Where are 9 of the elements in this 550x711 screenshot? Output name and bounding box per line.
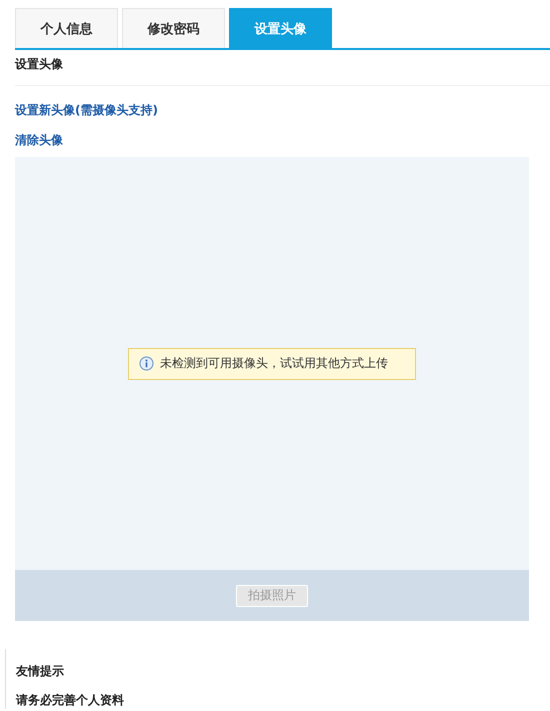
link[interactable]: 设置新头像(需摄像头支持) xyxy=(15,102,158,119)
link[interactable]: 清除头像 xyxy=(15,132,63,149)
tips-title: 友情提示 xyxy=(16,663,65,680)
tips-text: 请务必完善个人资料 xyxy=(16,692,125,709)
tab[interactable]: 修改密码 xyxy=(122,8,225,48)
notice-text: 未检测到可用摄像头，试试用其他方式上传 xyxy=(160,355,388,372)
tab[interactable]: 个人信息 xyxy=(15,8,118,48)
section-title: 设置头像 xyxy=(15,50,550,86)
info-icon xyxy=(139,356,154,371)
